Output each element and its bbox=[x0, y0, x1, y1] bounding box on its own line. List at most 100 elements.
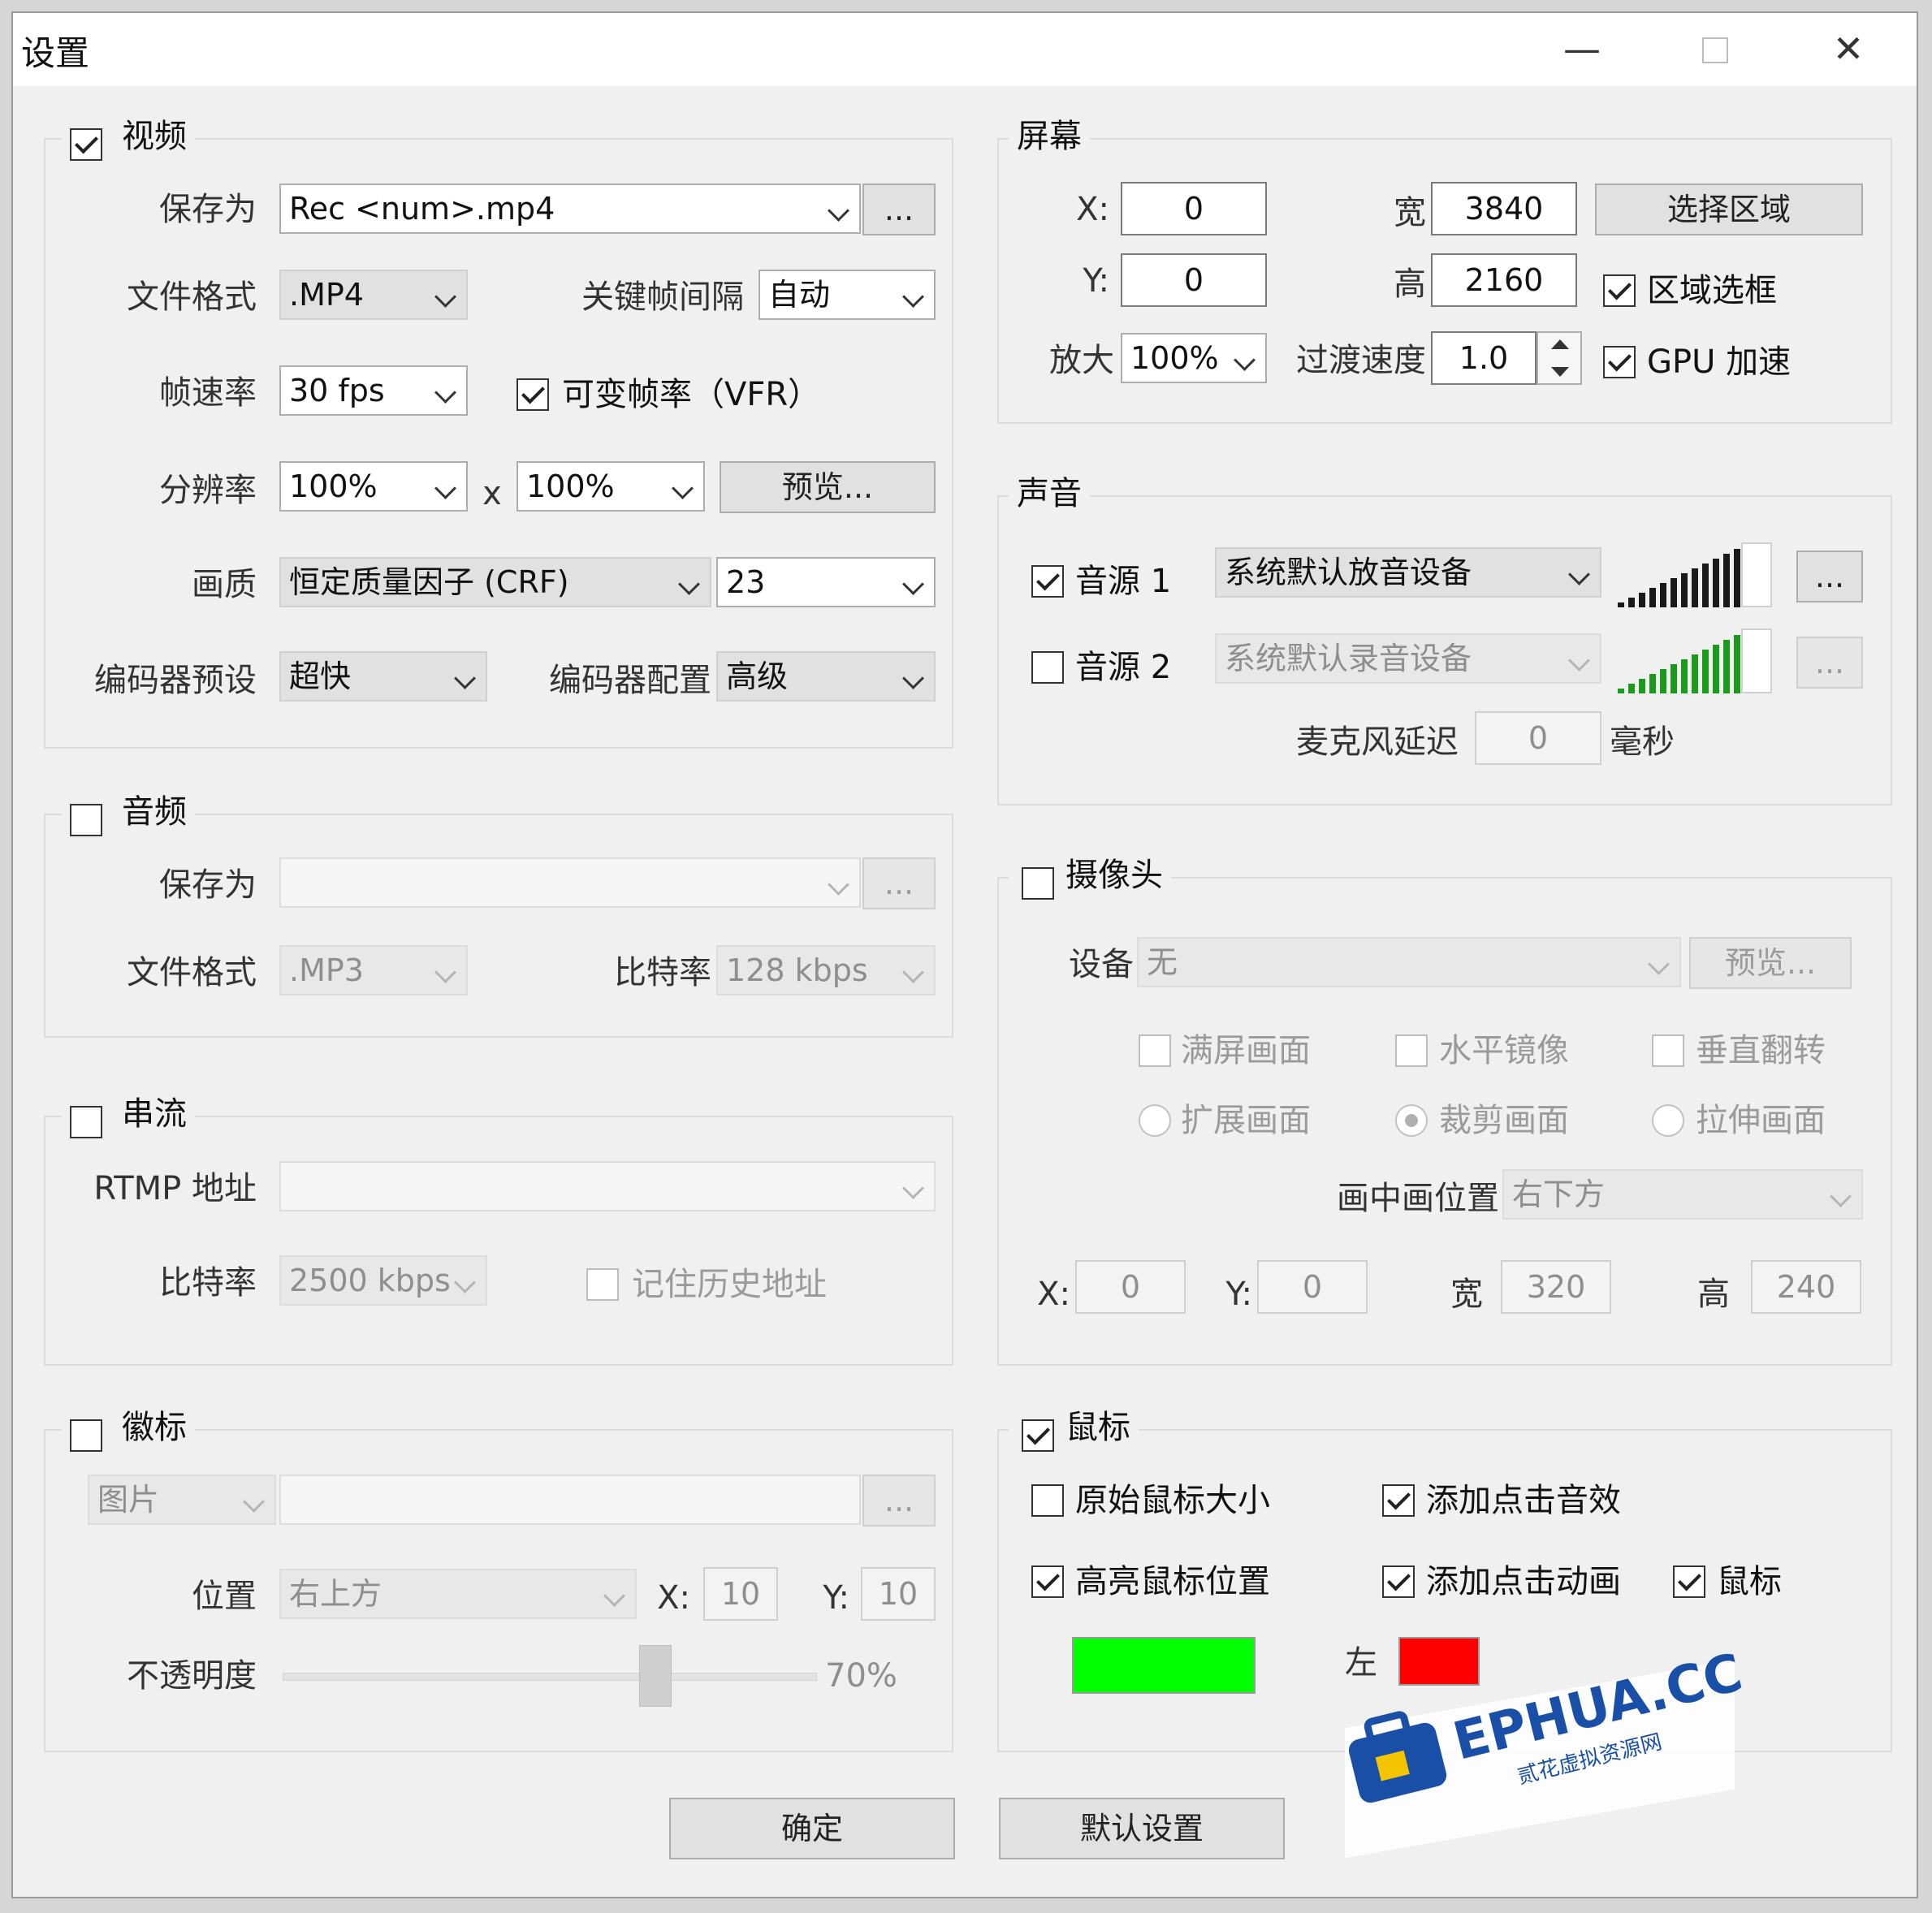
camera-preview-button[interactable]: 预览... bbox=[1689, 937, 1852, 989]
quality-mode-combo[interactable]: 恒定质量因子 (CRF) bbox=[279, 557, 711, 607]
original-size-checkbox[interactable] bbox=[1031, 1484, 1064, 1517]
video-preview-button[interactable]: 预览... bbox=[720, 461, 936, 513]
source2-level-meter bbox=[1618, 628, 1772, 693]
select-area-button[interactable]: 选择区域 bbox=[1595, 184, 1863, 235]
click-sound-checkbox[interactable] bbox=[1382, 1484, 1415, 1517]
gpu-accel-label: GPU 加速 bbox=[1647, 343, 1792, 381]
level-bar bbox=[1723, 640, 1730, 693]
mirror-label: 水平镜像 bbox=[1439, 1032, 1569, 1069]
highlight-checkbox[interactable] bbox=[1031, 1565, 1064, 1598]
mouse-enable-checkbox[interactable] bbox=[1022, 1419, 1054, 1452]
stream-bitrate-combo[interactable]: 2500 kbps bbox=[279, 1255, 487, 1306]
audio-format-combo[interactable]: .MP3 bbox=[279, 945, 468, 995]
click-anim-checkbox[interactable] bbox=[1382, 1565, 1415, 1598]
vfr-checkbox[interactable] bbox=[516, 378, 549, 411]
sound-group-title: 声音 bbox=[1009, 473, 1090, 515]
rtmp-label: RTMP 地址 bbox=[93, 1170, 257, 1207]
logo-x-input[interactable]: 10 bbox=[703, 1567, 778, 1621]
default-settings-button[interactable]: 默认设置 bbox=[999, 1798, 1285, 1859]
encoder-preset-combo[interactable]: 超快 bbox=[279, 651, 487, 702]
mic-delay-input[interactable]: 0 bbox=[1475, 711, 1601, 765]
resolution-height-combo[interactable]: 100% bbox=[516, 461, 705, 512]
logo-type-combo[interactable]: 图片 bbox=[88, 1475, 276, 1525]
audio-enable-checkbox[interactable] bbox=[70, 804, 102, 836]
logo-position-label: 位置 bbox=[192, 1578, 257, 1615]
level-bar bbox=[1628, 598, 1635, 607]
video-format-label: 文件格式 bbox=[127, 279, 257, 316]
logo-browse-button[interactable]: ... bbox=[862, 1475, 936, 1527]
remember-history-checkbox[interactable] bbox=[586, 1268, 619, 1301]
video-save-as-combo[interactable]: Rec <num>.mp4 bbox=[279, 184, 861, 234]
camera-height-input[interactable]: 240 bbox=[1751, 1260, 1861, 1314]
video-browse-button[interactable]: ... bbox=[862, 184, 936, 235]
encoder-profile-label: 编码器配置 bbox=[549, 662, 711, 699]
trail-checkbox[interactable] bbox=[1673, 1565, 1705, 1598]
level-bar bbox=[1713, 559, 1719, 607]
stretch-radio[interactable] bbox=[1652, 1104, 1684, 1137]
fps-label: 帧速率 bbox=[159, 374, 257, 412]
maximize-icon[interactable] bbox=[1686, 24, 1743, 73]
area-frame-checkbox[interactable] bbox=[1603, 274, 1636, 307]
screen-y-input[interactable]: 0 bbox=[1121, 253, 1267, 307]
audio-save-as-label: 保存为 bbox=[159, 866, 257, 904]
camera-enable-checkbox[interactable] bbox=[1022, 867, 1054, 900]
screen-group-title: 屏幕 bbox=[1009, 115, 1090, 158]
opacity-slider-thumb[interactable] bbox=[639, 1645, 672, 1707]
rtmp-combo[interactable] bbox=[279, 1161, 936, 1211]
source1-device-combo[interactable]: 系统默认放音设备 bbox=[1215, 547, 1601, 598]
gpu-accel-checkbox[interactable] bbox=[1603, 346, 1636, 378]
camera-width-input[interactable]: 320 bbox=[1501, 1260, 1611, 1314]
source2-device-combo[interactable]: 系统默认录音设备 bbox=[1215, 633, 1601, 684]
camera-device-combo[interactable]: 无 bbox=[1137, 937, 1681, 987]
mirror-checkbox[interactable] bbox=[1395, 1034, 1428, 1067]
opacity-value: 70% bbox=[825, 1657, 897, 1695]
transition-speed-input[interactable]: 1.0 bbox=[1431, 331, 1537, 385]
fps-combo[interactable]: 30 fps bbox=[279, 365, 468, 416]
camera-y-label: Y: bbox=[1225, 1276, 1252, 1313]
click-anim-label: 添加点击动画 bbox=[1426, 1563, 1621, 1600]
level-bar bbox=[1660, 669, 1666, 693]
zoom-label: 放大 bbox=[1049, 342, 1114, 379]
encoder-preset-label: 编码器预设 bbox=[94, 662, 257, 699]
zoom-combo[interactable]: 100% bbox=[1121, 333, 1267, 383]
quality-value-combo[interactable]: 23 bbox=[716, 557, 936, 607]
source2-checkbox[interactable] bbox=[1031, 651, 1064, 684]
source1-more-button[interactable]: ... bbox=[1796, 551, 1863, 602]
video-enable-checkbox[interactable] bbox=[70, 128, 102, 161]
keyframe-combo[interactable]: 自动 bbox=[759, 270, 936, 320]
camera-x-input[interactable]: 0 bbox=[1075, 1260, 1186, 1314]
resolution-label: 分辨率 bbox=[159, 472, 257, 509]
source2-more-button[interactable]: ... bbox=[1796, 637, 1863, 689]
stream-bitrate-label: 比特率 bbox=[159, 1264, 257, 1302]
screen-height-input[interactable]: 2160 bbox=[1431, 253, 1577, 307]
logo-position-combo[interactable]: 右上方 bbox=[279, 1569, 637, 1619]
audio-bitrate-combo[interactable]: 128 kbps bbox=[716, 945, 936, 995]
flip-checkbox[interactable] bbox=[1652, 1034, 1684, 1067]
pip-position-combo[interactable]: 右下方 bbox=[1502, 1169, 1863, 1220]
source1-level-meter bbox=[1618, 542, 1772, 607]
camera-y-input[interactable]: 0 bbox=[1257, 1260, 1368, 1314]
screen-x-input[interactable]: 0 bbox=[1121, 182, 1267, 235]
minimize-icon[interactable]: — bbox=[1554, 24, 1610, 73]
audio-save-as-combo[interactable] bbox=[279, 857, 861, 908]
audio-browse-button[interactable]: ... bbox=[862, 857, 936, 909]
resolution-width-combo[interactable]: 100% bbox=[279, 461, 468, 512]
extend-radio[interactable] bbox=[1139, 1104, 1171, 1137]
fullscreen-checkbox[interactable] bbox=[1139, 1034, 1171, 1067]
screen-width-input[interactable]: 3840 bbox=[1431, 182, 1577, 235]
highlight-color-swatch[interactable] bbox=[1072, 1637, 1256, 1694]
opacity-slider-track[interactable] bbox=[283, 1673, 817, 1681]
logo-y-input[interactable]: 10 bbox=[861, 1567, 936, 1621]
ok-button[interactable]: 确定 bbox=[669, 1798, 955, 1859]
encoder-profile-combo[interactable]: 高级 bbox=[716, 651, 936, 702]
transition-speed-spinner[interactable] bbox=[1537, 331, 1582, 385]
audio-group bbox=[44, 814, 953, 1038]
source1-checkbox[interactable] bbox=[1031, 565, 1064, 598]
extend-label: 扩展画面 bbox=[1181, 1102, 1311, 1139]
stream-enable-checkbox[interactable] bbox=[70, 1106, 102, 1138]
logo-path-input[interactable] bbox=[279, 1475, 861, 1525]
logo-enable-checkbox[interactable] bbox=[70, 1419, 102, 1452]
crop-radio[interactable] bbox=[1395, 1104, 1428, 1137]
video-format-combo[interactable]: .MP4 bbox=[279, 270, 468, 320]
close-icon[interactable]: ✕ bbox=[1820, 24, 1877, 73]
